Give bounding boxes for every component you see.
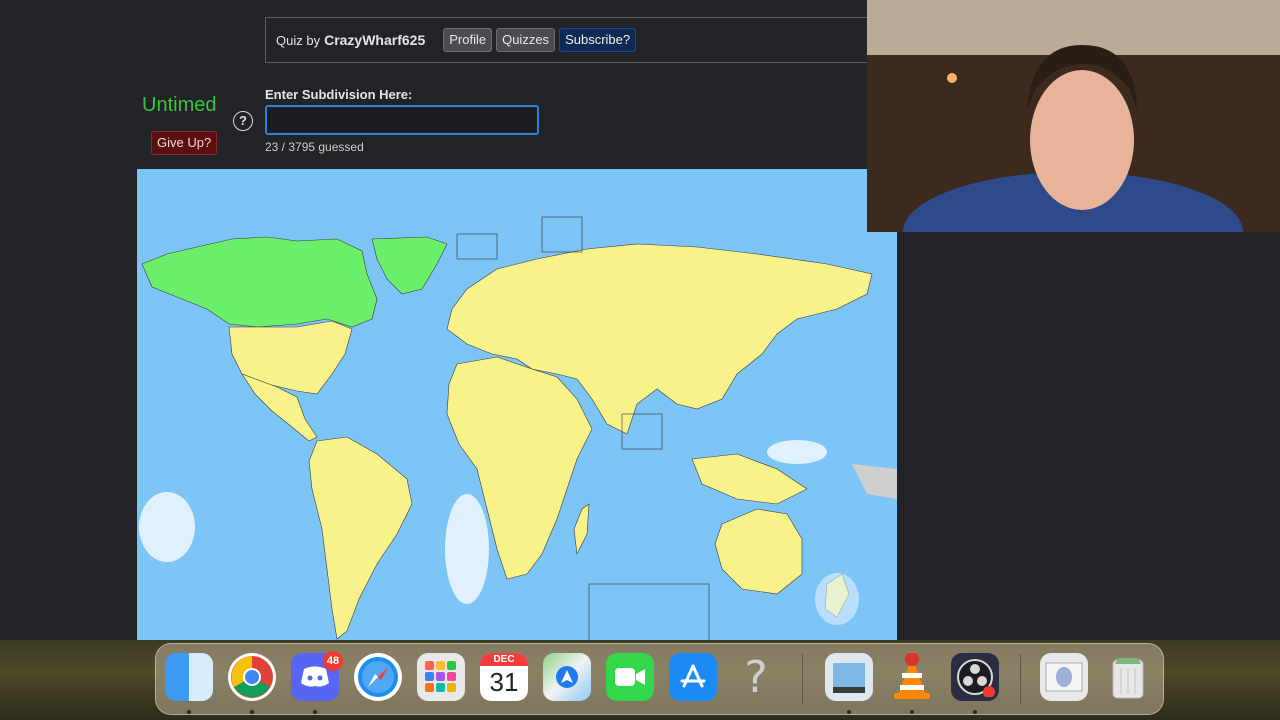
calendar-day: 31 <box>489 667 519 697</box>
give-up-button[interactable]: Give Up? <box>151 131 218 155</box>
quizzes-button[interactable]: Quizzes <box>496 28 556 52</box>
screen: Quiz by CrazyWharf625 Profile Quizzes Su… <box>0 0 1280 720</box>
answer-input[interactable] <box>265 105 539 135</box>
dock: 48 DEC 31 ? <box>155 643 1164 715</box>
world-map-svg[interactable] <box>137 169 897 642</box>
running-indicator <box>973 710 977 714</box>
app-store-icon[interactable] <box>669 653 717 701</box>
vlc-icon[interactable] <box>888 653 936 701</box>
pacific-island-shape <box>767 440 827 464</box>
maps-icon[interactable] <box>543 653 591 701</box>
inset-box <box>588 583 710 642</box>
running-indicator <box>847 710 851 714</box>
trash-icon[interactable] <box>1104 653 1152 701</box>
safari-icon[interactable] <box>354 653 402 701</box>
preview-icon[interactable] <box>825 653 873 701</box>
guessed-progress: 23 / 3795 guessed <box>265 140 364 154</box>
running-indicator <box>187 710 191 714</box>
webcam-overlay <box>867 0 1280 232</box>
timer-mode-label: Untimed <box>142 94 217 116</box>
launchpad-icon[interactable] <box>417 653 465 701</box>
canada-region[interactable] <box>141 236 378 328</box>
downloads-stack-icon[interactable] <box>1040 653 1088 701</box>
australia-region[interactable] <box>714 508 803 595</box>
pacific-territory-shape <box>139 492 195 562</box>
author-name[interactable]: CrazyWharf625 <box>324 32 425 48</box>
calendar-month: DEC <box>480 653 528 666</box>
unselected-territory-shape <box>852 464 897 499</box>
profile-button[interactable]: Profile <box>443 28 493 52</box>
notification-badge: 48 <box>323 651 343 671</box>
world-map[interactable] <box>137 169 897 642</box>
webcam-image <box>867 0 1280 232</box>
inset-box <box>456 233 498 260</box>
chrome-icon[interactable] <box>228 653 276 701</box>
madagascar-region[interactable] <box>573 503 590 556</box>
subscribe-button[interactable]: Subscribe? <box>559 28 637 52</box>
facetime-icon[interactable] <box>606 653 654 701</box>
question-mark-icon[interactable]: ? <box>732 652 780 703</box>
help-icon[interactable]: ? <box>233 111 253 131</box>
dock-separator <box>1020 654 1021 704</box>
south-america-region[interactable] <box>308 436 413 640</box>
running-indicator <box>910 710 914 714</box>
running-indicator <box>250 710 254 714</box>
greenland-region[interactable] <box>371 236 448 295</box>
running-indicator <box>313 710 317 714</box>
obs-icon[interactable] <box>951 653 999 701</box>
atlantic-territory-shape <box>445 494 489 604</box>
quiz-header-bar: Quiz by CrazyWharf625 Profile Quizzes Su… <box>265 17 867 63</box>
discord-icon[interactable]: 48 <box>291 651 343 701</box>
dock-separator <box>802 654 803 704</box>
inset-box <box>541 216 583 253</box>
calendar-icon[interactable]: DEC 31 <box>480 653 528 701</box>
answer-input-label: Enter Subdivision Here: <box>265 87 413 102</box>
finder-icon[interactable] <box>165 653 213 701</box>
usa-region[interactable] <box>228 320 353 395</box>
quiz-by-label: Quiz by <box>276 32 321 48</box>
new-zealand-waters-shape <box>815 573 859 625</box>
